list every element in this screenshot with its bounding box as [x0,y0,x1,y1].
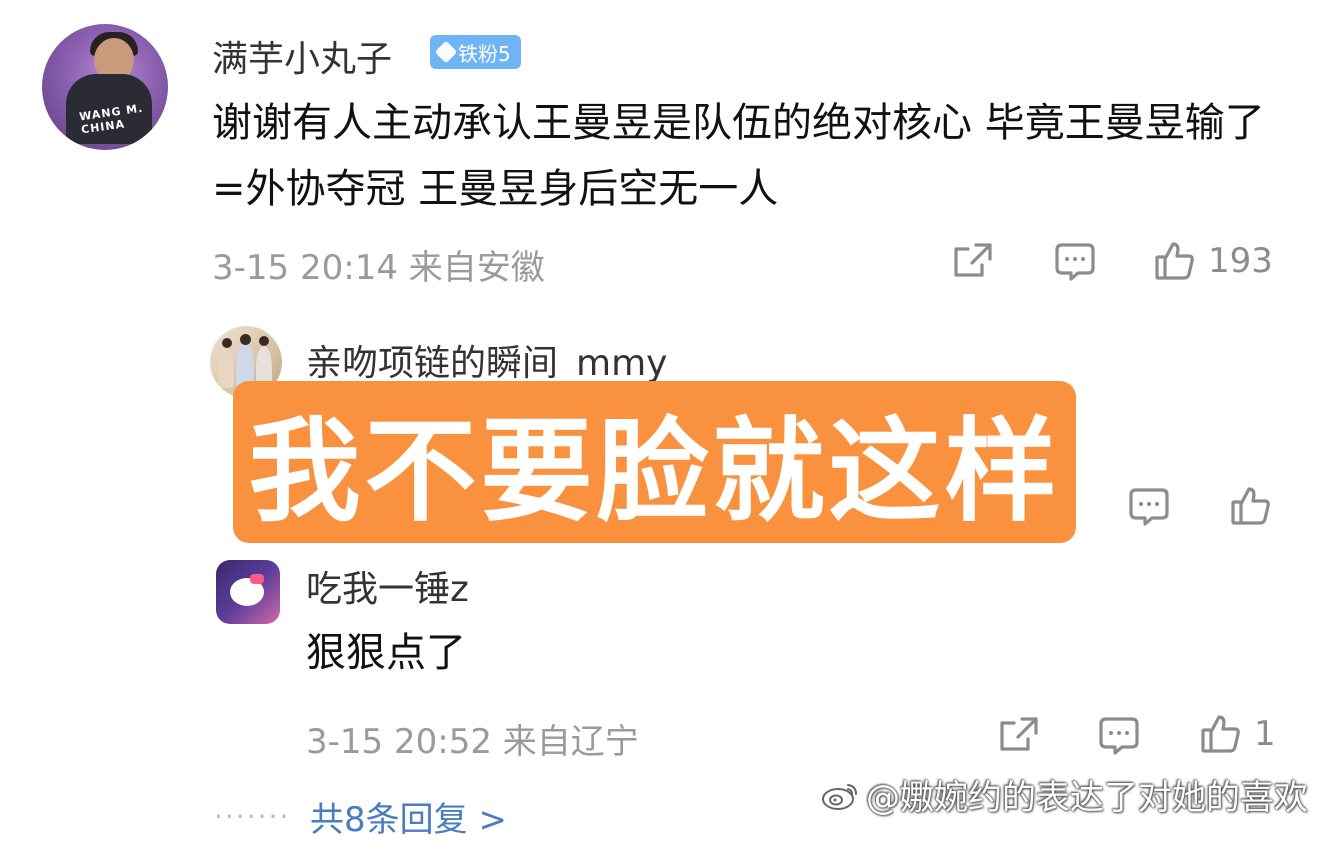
reply-1-comment-button[interactable] [1128,487,1170,527]
reply-2-content: 狠狠点了 [306,630,466,676]
share-icon [1000,717,1038,751]
main-comment-username[interactable]: 满芋小丸子 [212,30,392,82]
main-comment-content: 谢谢有人主动承认王曼昱是队伍的绝对核心 毕竟王曼昱输了=外协夺冠 王曼昱身后空无… [212,100,1265,212]
divider-dots: ······· [214,800,291,833]
watermark: @嫐婉约的表达了对她的喜欢 [820,770,1308,819]
more-replies-link[interactable]: 共8条回复 > [310,792,507,841]
share-icon [954,243,992,277]
like-icon [1201,715,1240,753]
comment-icon [1055,243,1095,281]
share-button[interactable] [952,241,994,281]
reply-2-time-location: 3-15 20:52 来自辽宁 [306,722,639,762]
watermark-text: @嫐婉约的表达了对她的喜欢 [866,778,1308,818]
diamond-icon [434,40,458,64]
reply-2-username[interactable]: 吃我一锤z [306,560,469,612]
like-icon [1231,487,1270,525]
reply-1-like-button[interactable] [1230,485,1272,527]
avatar-reply-2[interactable] [216,560,280,624]
sticker-image: 我不要脸就这样 [233,381,1076,543]
reply-2-comment-button[interactable] [1098,716,1140,756]
reply-1-username[interactable]: 亲吻项链的瞬间_mmy [306,334,667,386]
like-button[interactable]: 193 [1154,240,1273,282]
like-icon [1155,242,1194,280]
main-comment-time-location: 3-15 20:14 来自安徽 [212,248,545,288]
comment-button[interactable] [1054,242,1096,282]
avatar-main-comment[interactable]: WANG M. CHINA [42,24,168,150]
comment-icon [1099,717,1139,755]
reply-2-share-button[interactable] [998,715,1040,755]
comment-icon [1129,488,1169,526]
reply-2-like-button[interactable]: 1 [1200,713,1276,755]
reply-2-like-count: 1 [1254,714,1276,754]
fan-badge-label: 铁粉5 [458,41,511,66]
weibo-logo-icon [822,783,857,810]
fan-badge[interactable]: 铁粉5 [430,35,521,69]
like-count: 193 [1208,241,1273,281]
